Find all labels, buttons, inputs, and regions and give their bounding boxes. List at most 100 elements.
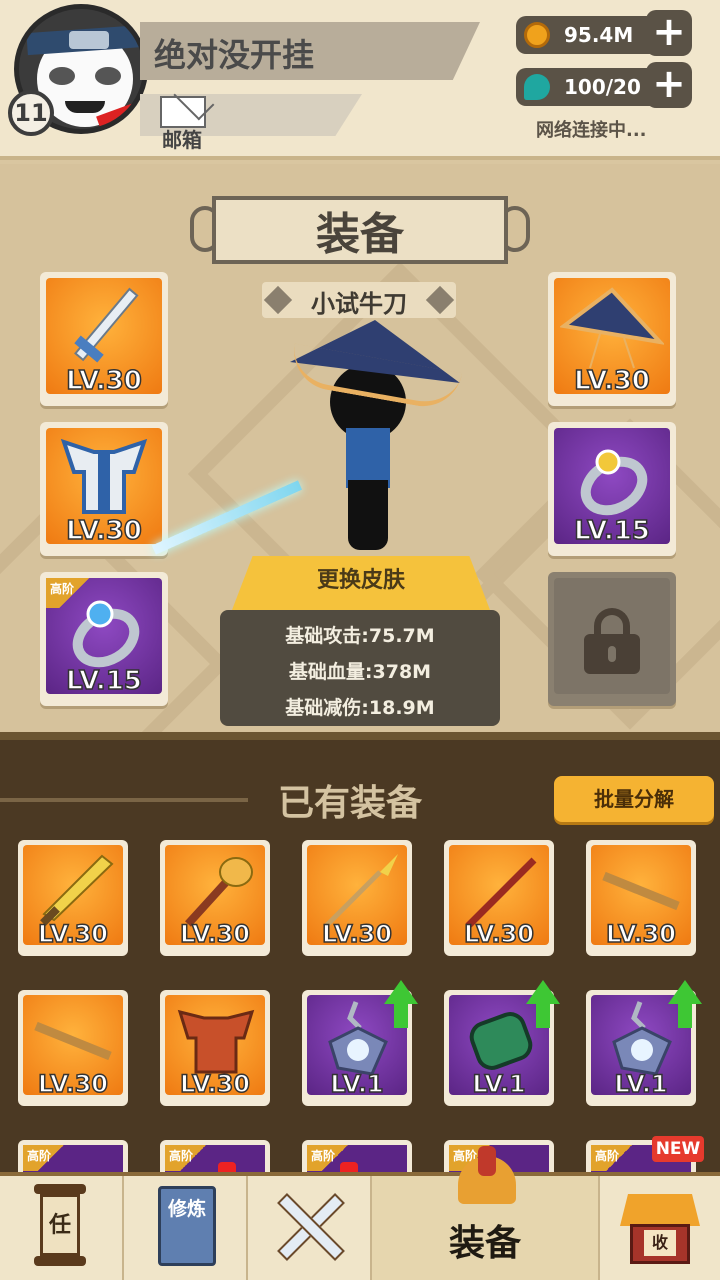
lock-keyhole [608,646,616,662]
staff-icon [465,857,537,929]
ring-icon [72,600,140,668]
character-legs [348,480,388,550]
gem-value: 100/20 [564,75,641,99]
broadsword-icon [40,854,114,926]
item-level: LV.1 [330,1069,385,1099]
headband-plate [69,31,109,49]
top-header: 11 绝对没开挂 邮箱 95.4M + 100/20 + 网络连接中... [0,0,720,160]
avatar-mouth [65,101,105,113]
upgrade-arrow-icon [668,980,702,1032]
mail-label[interactable]: 邮箱 [162,124,202,153]
helmet-crest [478,1146,496,1176]
avatar-eye-left [49,67,75,85]
inventory-title: 已有装备 [278,783,423,824]
nav-train[interactable]: 修炼 [124,1176,248,1280]
nav-equip[interactable]: 装备 [372,1146,600,1280]
character-torso [346,428,390,488]
item-level: LV.30 [179,919,250,949]
player-name: 绝对没开挂 [154,36,315,74]
straw-hat-icon [560,287,664,369]
coin-counter: 95.4M + [516,10,692,56]
inventory-item[interactable]: LV.30 [444,840,554,956]
character-name: 小试牛刀 [311,290,407,318]
player-level-badge: 11 [8,90,54,136]
book-icon: 修炼 [158,1186,216,1266]
slot-ring-high[interactable]: 高阶 LV.15 [40,572,168,706]
rank-tag: 高阶 [165,1145,221,1171]
inventory-item[interactable]: LV.30 [18,990,128,1106]
shop-icon: 收 [620,1186,700,1266]
item-level: LV.30 [37,1069,108,1099]
slot-level: LV.30 [573,365,650,397]
stat-hp: 基础血量:378M [288,661,432,683]
slot-hat[interactable]: LV.30 [548,272,676,406]
item-level: LV.30 [463,919,534,949]
red-armor-icon [177,1009,255,1074]
inventory-item[interactable]: LV.30 [160,840,270,956]
scroll-icon: 任 [34,1184,86,1268]
shop-sign: 收 [644,1230,676,1256]
crossed-swords-icon [274,1190,348,1264]
teal-drop-icon [524,74,550,100]
new-badge: NEW [652,1136,704,1162]
item-level: LV.30 [37,919,108,949]
bottom-navigation: 任 修炼 装备 收 [0,1146,720,1280]
inventory-item[interactable]: LV.1 [586,980,702,1106]
change-skin-label[interactable]: 更换皮肤 [232,562,490,594]
slot-level: LV.30 [65,365,142,397]
slot-armor[interactable]: LV.30 [40,422,168,556]
equip-title: 装备 [316,209,404,260]
item-level: LV.1 [614,1069,669,1099]
nav-battle[interactable] [248,1176,372,1280]
item-level: LV.30 [321,919,392,949]
item-level: LV.30 [179,1069,250,1099]
rank-tag: 高阶 [591,1145,647,1171]
slot-level: LV.15 [573,515,650,547]
slot-level: LV.30 [65,515,142,547]
scroll-glyph: 任 [40,1194,80,1256]
add-gem-button[interactable]: + [646,62,692,108]
armor-icon [60,438,148,514]
slot-ring[interactable]: LV.15 [548,422,676,556]
batch-dismantle-button[interactable]: 批量分解 [554,776,714,822]
mace-icon [185,857,253,927]
sword-icon [74,287,139,363]
item-level: LV.1 [472,1069,527,1099]
item-level: LV.30 [605,919,676,949]
inventory-item[interactable]: LV.30 [160,990,270,1106]
slot-locked[interactable] [548,572,676,706]
scroll-rod-top [34,1184,86,1194]
stat-attack: 基础攻击:75.7M [285,625,435,647]
coin-value: 95.4M [564,23,634,47]
coin-icon [524,22,550,48]
inventory-item[interactable]: LV.30 [302,840,412,956]
slot-weapon[interactable]: LV.30 [40,272,168,406]
add-coin-button[interactable]: + [646,10,692,56]
scroll-rod-bottom [34,1256,86,1266]
inventory-item[interactable]: LV.1 [302,980,418,1106]
rank-tag: 高阶 [23,1145,79,1171]
base-stats-panel: 基础攻击:75.7M 基础血量:378M 基础减伤:18.9M [220,610,500,726]
character-model[interactable] [287,320,470,560]
nav-shop[interactable]: 收 [600,1176,720,1280]
spear-icon [324,854,398,928]
gem-counter: 100/20 + [516,62,692,108]
inventory-item[interactable]: LV.30 [586,840,696,956]
upgrade-arrow-icon [526,980,560,1032]
avatar-eye-right [95,67,121,85]
helmet-icon [452,1146,522,1206]
nav-task[interactable]: 任 [0,1176,124,1280]
network-status: 网络连接中... [536,120,647,141]
inventory-item[interactable]: LV.30 [18,840,128,956]
slot-level: LV.15 [65,665,142,697]
stat-damage-reduction: 基础减伤:18.9M [285,697,435,719]
flute-icon [602,871,680,911]
lock-icon [582,608,642,674]
title-divider [0,798,248,802]
flute-icon [34,1021,112,1061]
shop-roof [620,1194,700,1226]
inventory-item[interactable]: LV.1 [444,980,560,1106]
nav-equip-label: 装备 [448,1223,521,1264]
upgrade-arrow-icon [384,980,418,1032]
ring-icon [580,449,648,516]
